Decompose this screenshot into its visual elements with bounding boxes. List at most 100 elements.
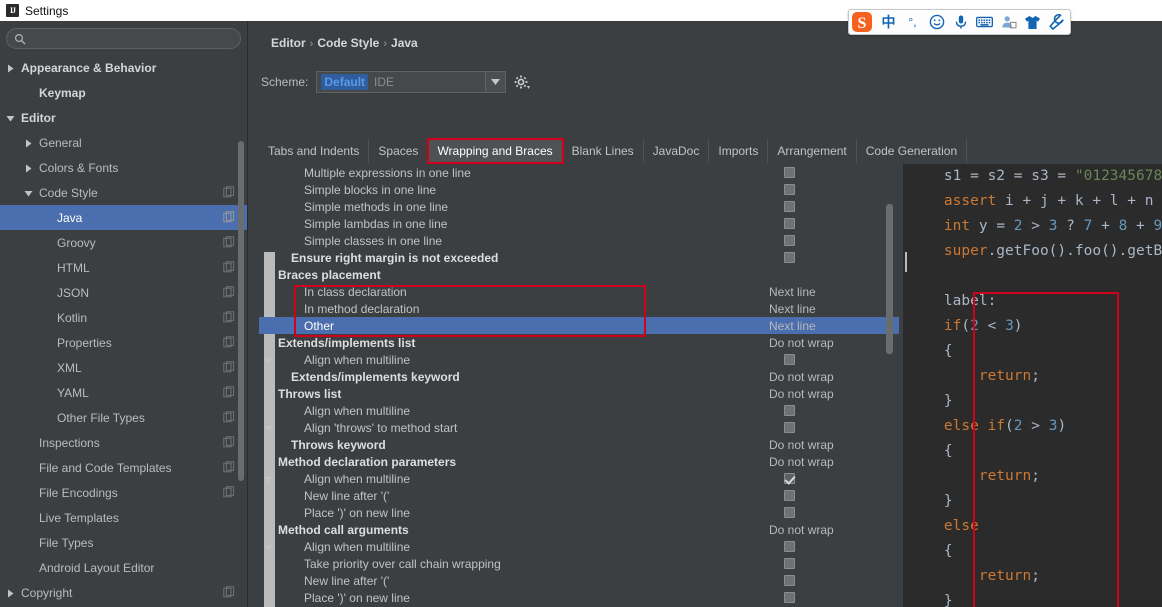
sogou-ime-toolbar[interactable]: S 中 °, xyxy=(848,9,1071,35)
punctuation-mode-icon[interactable]: °, xyxy=(904,14,921,31)
scheme-combobox[interactable]: Default IDE xyxy=(316,71,507,93)
setting-row[interactable]: Extends/implements keyword Do not wrap xyxy=(259,368,899,476)
chevron-right-icon[interactable] xyxy=(24,162,36,174)
setting-value[interactable]: Next line xyxy=(769,302,816,316)
tab-wrapping-and-braces[interactable]: Wrapping and Braces xyxy=(427,138,564,164)
sidebar-item-copyright[interactable]: Copyright xyxy=(0,580,247,605)
tab-javadoc[interactable]: JavaDoc xyxy=(643,139,710,163)
setting-value[interactable]: Do not wrap xyxy=(769,523,834,537)
copy-settings-icon[interactable] xyxy=(223,436,235,448)
chevron-right-icon[interactable] xyxy=(24,137,36,149)
setting-value[interactable]: Do not wrap xyxy=(769,387,834,401)
sidebar-item-file-and-code-templates[interactable]: File and Code Templates xyxy=(0,455,247,480)
chinese-mode-icon[interactable]: 中 xyxy=(880,14,897,31)
setting-row[interactable]: Method declaration parameters Do not wrap xyxy=(259,453,899,561)
tab-imports[interactable]: Imports xyxy=(709,139,769,163)
setting-row[interactable]: Place ')' on new line xyxy=(259,589,899,606)
copy-settings-icon[interactable] xyxy=(223,586,235,598)
code-preview-panel[interactable]: s1 = s2 = s3 = "012345678901456"; assert… xyxy=(903,164,1162,607)
setting-value[interactable]: Do not wrap xyxy=(769,438,834,452)
setting-checkbox[interactable] xyxy=(784,218,795,229)
setting-row[interactable]: Throws keyword Do not wrap xyxy=(259,436,899,544)
setting-checkbox[interactable] xyxy=(784,167,795,178)
tab-spaces[interactable]: Spaces xyxy=(369,139,429,163)
setting-row[interactable]: Throws list Do not wrap xyxy=(259,385,899,493)
sidebar-item-yaml[interactable]: YAML xyxy=(0,380,247,405)
sidebar-item-properties[interactable]: Properties xyxy=(0,330,247,355)
copy-settings-icon[interactable] xyxy=(223,186,235,198)
setting-row[interactable]: New line after '(' xyxy=(259,487,899,595)
sidebar-item-colors-fonts[interactable]: Colors & Fonts xyxy=(0,155,247,180)
emoji-icon[interactable] xyxy=(928,14,945,31)
breadcrumb-part[interactable]: Code Style xyxy=(317,36,379,50)
copy-settings-icon[interactable] xyxy=(223,486,235,498)
chevron-down-icon[interactable] xyxy=(485,72,506,92)
setting-row[interactable]: Take priority over call chain wrapping xyxy=(259,555,899,572)
setting-checkbox[interactable] xyxy=(784,201,795,212)
setting-checkbox[interactable] xyxy=(784,490,795,501)
copy-settings-icon[interactable] xyxy=(223,411,235,423)
setting-value[interactable]: Do not wrap xyxy=(769,455,834,469)
setting-row[interactable]: Align when multiline xyxy=(259,470,899,578)
toolbox-wrench-icon[interactable] xyxy=(1048,14,1065,31)
sidebar-item-other-file-types[interactable]: Other File Types xyxy=(0,405,247,430)
sidebar-item-live-templates[interactable]: Live Templates xyxy=(0,505,247,530)
setting-row[interactable]: Align when multiline xyxy=(259,402,899,510)
gear-icon[interactable] xyxy=(514,73,532,91)
setting-row[interactable]: In method declaration Next line xyxy=(259,300,899,408)
sidebar-scrollbar[interactable] xyxy=(238,141,244,481)
setting-checkbox[interactable] xyxy=(784,592,795,603)
setting-checkbox[interactable] xyxy=(784,252,795,263)
search-box[interactable] xyxy=(6,28,241,49)
copy-settings-icon[interactable] xyxy=(223,311,235,323)
breadcrumb-part[interactable]: Java xyxy=(391,36,418,50)
setting-row[interactable]: New line after '(' xyxy=(259,572,899,589)
setting-row[interactable]: Simple classes in one line xyxy=(259,232,899,340)
sidebar-item-inspections[interactable]: Inspections xyxy=(0,430,247,455)
tab-tabs-and-indents[interactable]: Tabs and Indents xyxy=(259,139,370,163)
sidebar-item-editor[interactable]: Editor xyxy=(0,105,247,130)
copy-settings-icon[interactable] xyxy=(223,361,235,373)
setting-value[interactable]: Do not wrap xyxy=(769,370,834,384)
setting-checkbox[interactable] xyxy=(784,473,795,484)
sidebar-item-groovy[interactable]: Groovy xyxy=(0,230,247,255)
copy-settings-icon[interactable] xyxy=(223,211,235,223)
sidebar-item-html[interactable]: HTML xyxy=(0,255,247,280)
setting-value[interactable]: Next line xyxy=(769,285,816,299)
setting-checkbox[interactable] xyxy=(784,575,795,586)
search-input[interactable] xyxy=(30,31,230,46)
copy-settings-icon[interactable] xyxy=(223,336,235,348)
setting-value[interactable]: Do not wrap xyxy=(769,336,834,350)
setting-checkbox[interactable] xyxy=(784,235,795,246)
chevron-right-icon[interactable] xyxy=(6,587,18,599)
setting-row[interactable]: Simple blocks in one line xyxy=(259,181,899,289)
setting-checkbox[interactable] xyxy=(784,184,795,195)
chevron-down-icon[interactable] xyxy=(6,112,18,124)
copy-settings-icon[interactable] xyxy=(223,386,235,398)
setting-row[interactable]: Braces placement xyxy=(259,266,899,374)
setting-checkbox[interactable] xyxy=(784,507,795,518)
setting-row[interactable]: Simple lambdas in one line xyxy=(259,215,899,323)
sidebar-item-java[interactable]: Java xyxy=(0,205,247,230)
chevron-right-icon[interactable] xyxy=(6,62,18,74)
setting-row[interactable]: Place ')' on new line xyxy=(259,504,899,607)
sidebar-item-keymap[interactable]: Keymap xyxy=(0,80,247,105)
setting-row[interactable]: In class declaration Next line xyxy=(259,283,899,391)
setting-row[interactable]: Extends/implements list Do not wrap xyxy=(259,334,899,442)
sidebar-item-file-types[interactable]: File Types xyxy=(0,530,247,555)
setting-row[interactable]: Method call arguments Do not wrap xyxy=(259,521,899,538)
sidebar-item-general[interactable]: General xyxy=(0,130,247,155)
copy-settings-icon[interactable] xyxy=(223,286,235,298)
sogou-logo-icon[interactable]: S xyxy=(851,11,873,33)
setting-row[interactable]: Align when multiline xyxy=(259,538,899,555)
keyboard-icon[interactable] xyxy=(976,14,993,31)
tab-blank-lines[interactable]: Blank Lines xyxy=(562,139,644,163)
setting-row[interactable]: Simple methods in one line xyxy=(259,198,899,306)
chevron-down-icon[interactable] xyxy=(24,187,36,199)
sidebar-item-file-encodings[interactable]: File Encodings xyxy=(0,480,247,505)
sidebar-item-code-style[interactable]: Code Style xyxy=(0,180,247,205)
setting-row[interactable]: Other Next line xyxy=(259,317,899,425)
sidebar-item-android-layout-editor[interactable]: Android Layout Editor xyxy=(0,555,247,580)
sidebar-item-kotlin[interactable]: Kotlin xyxy=(0,305,247,330)
tab-arrangement[interactable]: Arrangement xyxy=(768,139,857,163)
